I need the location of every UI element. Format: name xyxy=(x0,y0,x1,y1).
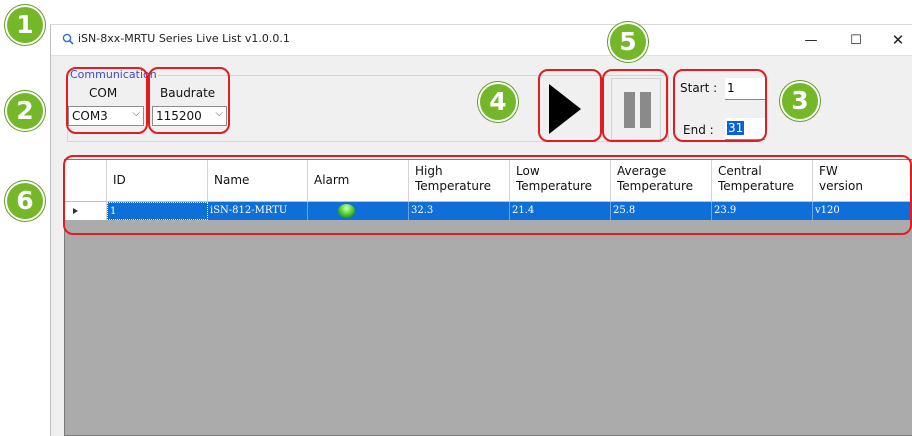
callout-badge-4: 4 xyxy=(478,82,518,122)
window-title: iSN-8xx-MRTU Series Live List v1.0.0.1 xyxy=(78,32,290,45)
search-icon xyxy=(62,33,74,45)
close-icon: ✕ xyxy=(891,31,905,49)
callout-badge-5: 5 xyxy=(608,22,648,62)
callout-box-grid xyxy=(63,155,912,235)
minimize-icon: — xyxy=(804,32,818,48)
callout-box-com xyxy=(66,67,148,134)
minimize-button[interactable]: — xyxy=(796,29,826,51)
callout-badge-2: 2 xyxy=(5,91,45,131)
callout-box-baudrate xyxy=(148,67,230,134)
callout-box-range xyxy=(673,69,767,142)
maximize-button[interactable]: ☐ xyxy=(841,29,871,51)
callout-box-stop xyxy=(602,69,668,142)
callout-badge-3: 3 xyxy=(780,81,820,121)
maximize-icon: ☐ xyxy=(850,32,862,48)
close-button[interactable]: ✕ xyxy=(883,29,912,51)
title-bar: iSN-8xx-MRTU Series Live List v1.0.0.1 —… xyxy=(51,25,912,56)
callout-badge-1: 1 xyxy=(5,5,45,45)
callout-box-start xyxy=(538,69,602,142)
callout-badge-6: 6 xyxy=(5,181,45,221)
